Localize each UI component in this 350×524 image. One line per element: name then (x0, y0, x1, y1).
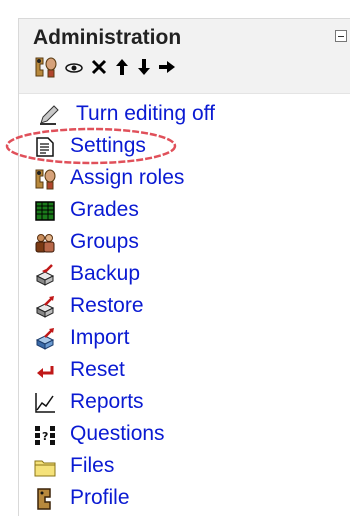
menu-item-label[interactable]: Turn editing off (76, 102, 215, 126)
menu-item-backup[interactable]: Backup (19, 259, 350, 291)
menu-item-reset[interactable]: Reset (19, 355, 350, 387)
reset-arrow-icon (34, 360, 56, 382)
menu-item-turn-editing-off[interactable]: Turn editing off (19, 99, 350, 131)
menu-item-label[interactable]: Grades (70, 198, 139, 222)
menu-item-settings[interactable]: Settings (19, 131, 350, 163)
block-toolbar (33, 55, 177, 79)
menu-item-assign-roles[interactable]: Assign roles (19, 163, 350, 195)
folder-icon (34, 456, 56, 478)
chart-icon (34, 392, 56, 414)
menu-item-label[interactable]: Reset (70, 358, 125, 382)
questions-icon: ? (34, 424, 56, 446)
menu-item-label[interactable]: Settings (70, 134, 146, 158)
menu-item-questions[interactable]: ? Questions (19, 419, 350, 451)
backup-icon (34, 264, 56, 286)
menu-item-files[interactable]: Files (19, 451, 350, 483)
restore-icon (34, 296, 56, 318)
menu-item-import[interactable]: Import (19, 323, 350, 355)
menu-item-label[interactable]: Groups (70, 230, 139, 254)
menu-item-label[interactable]: Assign roles (70, 166, 184, 190)
eye-icon[interactable] (63, 55, 85, 79)
menu-item-reports[interactable]: Reports (19, 387, 350, 419)
profile-icon (34, 488, 56, 510)
up-arrow-icon[interactable] (113, 55, 131, 79)
menu-item-label[interactable]: Import (70, 326, 130, 350)
svg-text:?: ? (42, 430, 48, 443)
block-title: Administration (33, 26, 182, 49)
down-arrow-icon[interactable] (135, 55, 153, 79)
assign-roles-icon (34, 168, 56, 190)
import-icon (34, 328, 56, 350)
menu-item-profile[interactable]: Profile (19, 483, 350, 515)
menu-item-groups[interactable]: Groups (19, 227, 350, 259)
gradebook-icon (34, 200, 56, 222)
admin-menu: Turn editing off Settings Assign roles G… (19, 99, 350, 515)
menu-item-label[interactable]: Questions (70, 422, 165, 446)
administration-block: Administration Turn editing off Settings… (18, 18, 350, 516)
minus-box-icon[interactable] (335, 30, 347, 42)
people-icon (34, 232, 56, 254)
menu-item-label[interactable]: Profile (70, 486, 130, 510)
close-x-icon[interactable] (89, 55, 109, 79)
menu-item-grades[interactable]: Grades (19, 195, 350, 227)
menu-item-restore[interactable]: Restore (19, 291, 350, 323)
pencil-icon (38, 104, 60, 126)
block-header: Administration (19, 19, 350, 94)
menu-item-label[interactable]: Restore (70, 294, 144, 318)
menu-item-label[interactable]: Files (70, 454, 114, 478)
document-icon (34, 136, 56, 158)
menu-item-label[interactable]: Backup (70, 262, 140, 286)
right-arrow-icon[interactable] (157, 55, 177, 79)
menu-item-label[interactable]: Reports (70, 390, 144, 414)
assign-roles-icon[interactable] (33, 55, 59, 79)
